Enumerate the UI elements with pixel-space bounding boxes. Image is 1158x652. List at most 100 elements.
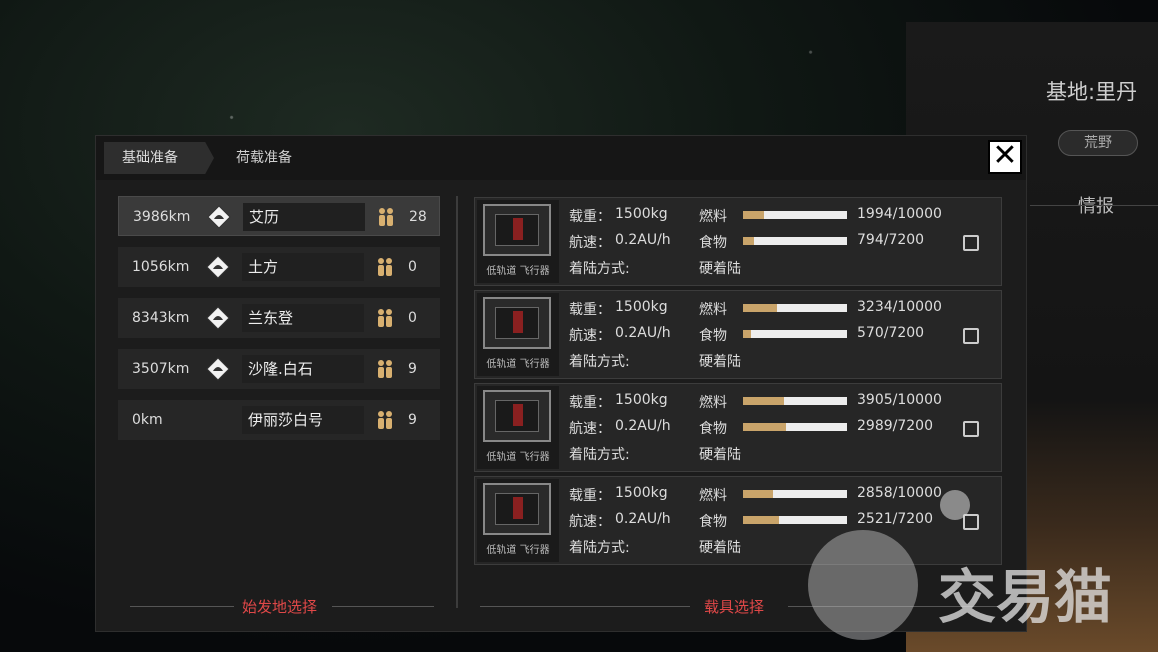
touch-indicator: [940, 490, 970, 520]
diamond-dome-icon: [206, 357, 230, 381]
fuel-label: 燃料: [699, 488, 727, 504]
vehicle-thumbnail: 低轨道 飞行器: [477, 200, 559, 283]
speed-label: 航速：: [569, 421, 611, 437]
food-label: 食物: [699, 235, 727, 251]
fuel-label: 燃料: [699, 395, 727, 411]
vehicle-thumbnail: 低轨道 飞行器: [477, 293, 559, 376]
vehicle-select-checkbox[interactable]: [963, 514, 979, 530]
fuel-value: 3905/10000: [857, 392, 942, 408]
speed-value: 0.2AU/h: [615, 418, 671, 434]
landing-label: 着陆方式:: [569, 447, 630, 463]
food-label: 食物: [699, 514, 727, 530]
food-value: 2521/7200: [857, 511, 933, 527]
vehicle-select-checkbox[interactable]: [963, 421, 979, 437]
origin-row[interactable]: 8343km 兰东登 0: [118, 298, 440, 338]
load-label: 载重：: [569, 209, 611, 225]
vehicle-thumbnail: 低轨道 飞行器: [477, 479, 559, 562]
close-icon: ✕: [992, 138, 1018, 173]
food-bar: [743, 237, 847, 245]
close-button[interactable]: ✕: [988, 140, 1022, 174]
spacecraft-icon: [483, 390, 551, 442]
vehicle-card[interactable]: 低轨道 飞行器 载重： 1500kg 航速： 0.2AU/h 着陆方式: 硬着陆 燃料 3234…: [474, 290, 1002, 379]
origin-population: 28: [409, 209, 427, 225]
food-value: 2989/7200: [857, 418, 933, 434]
food-value: 794/7200: [857, 232, 925, 248]
load-value: 1500kg: [615, 299, 668, 315]
vehicle-section-label: 载具选择: [704, 598, 765, 616]
watermark-text: 交易猫: [938, 563, 1113, 631]
tab-basic-prep[interactable]: 基础准备: [104, 142, 214, 174]
food-bar: [743, 330, 847, 338]
people-icon: [377, 207, 395, 227]
fuel-label: 燃料: [699, 209, 727, 225]
spacecraft-icon: [483, 483, 551, 535]
origin-name-box: 土方: [242, 253, 364, 281]
vehicle-select-checkbox[interactable]: [963, 328, 979, 344]
food-label: 食物: [699, 328, 727, 344]
speed-value: 0.2AU/h: [615, 511, 671, 527]
origin-distance: 3507km: [132, 361, 190, 377]
origin-row[interactable]: 0km 伊丽莎白号 9: [118, 400, 440, 440]
people-icon: [376, 359, 394, 379]
tab-bar: 基础准备 荷载准备 ✕: [96, 136, 1026, 180]
origin-name-box: 艾历: [243, 203, 365, 231]
fuel-value: 1994/10000: [857, 206, 942, 222]
vehicle-thumbnail: 低轨道 飞行器: [477, 386, 559, 469]
load-label: 载重：: [569, 302, 611, 318]
landing-value: 硬着陆: [699, 261, 741, 277]
fuel-value: 2858/10000: [857, 485, 942, 501]
spacecraft-icon: [483, 297, 551, 349]
footer-line-right: [480, 606, 690, 607]
footer-line-left2: [332, 606, 434, 607]
load-value: 1500kg: [615, 392, 668, 408]
landing-value: 硬着陆: [699, 354, 741, 370]
load-value: 1500kg: [615, 485, 668, 501]
cat-logo-icon: [808, 530, 918, 640]
tab-payload-prep[interactable]: 荷载准备: [218, 142, 310, 174]
origin-distance: 0km: [132, 412, 163, 428]
fuel-value: 3234/10000: [857, 299, 942, 315]
panel-divider: [456, 196, 458, 608]
vehicle-card[interactable]: 低轨道 飞行器 载重： 1500kg 航速： 0.2AU/h 着陆方式: 硬着陆 燃料 3905…: [474, 383, 1002, 472]
food-bar: [743, 423, 847, 431]
origin-row[interactable]: 1056km 土方 0: [118, 247, 440, 287]
diamond-drop-icon: [206, 306, 230, 330]
fuel-bar: [743, 304, 847, 312]
people-icon: [376, 308, 394, 328]
fuel-bar: [743, 397, 847, 405]
origin-distance: 3986km: [133, 209, 191, 225]
origin-section-label: 始发地选择: [242, 598, 318, 616]
food-label: 食物: [699, 421, 727, 437]
origin-population: 9: [408, 412, 417, 428]
origin-row[interactable]: 3507km 沙隆.白石 9: [118, 349, 440, 389]
people-icon: [376, 257, 394, 277]
origin-name: 土方: [248, 258, 279, 276]
origin-distance: 1056km: [132, 259, 190, 275]
food-bar: [743, 516, 847, 524]
load-label: 载重：: [569, 395, 611, 411]
origin-name-box: 伊丽莎白号: [242, 406, 364, 434]
speed-label: 航速：: [569, 235, 611, 251]
landing-value: 硬着陆: [699, 447, 741, 463]
origin-population: 0: [408, 310, 417, 326]
fuel-bar: [743, 490, 847, 498]
origin-name-box: 兰东登: [242, 304, 364, 332]
origin-name: 兰东登: [248, 309, 294, 327]
side-divider: [1030, 205, 1158, 206]
vehicle-caption: 低轨道 飞行器: [486, 452, 550, 463]
origin-row[interactable]: 3986km 艾历 28: [118, 196, 440, 236]
base-title: 基地:里丹: [1046, 80, 1138, 104]
load-value: 1500kg: [615, 206, 668, 222]
fuel-label: 燃料: [699, 302, 727, 318]
origin-name: 伊丽莎白号: [248, 411, 324, 429]
vehicle-card[interactable]: 低轨道 飞行器 载重： 1500kg 航速： 0.2AU/h 着陆方式: 硬着陆 燃料 1994…: [474, 197, 1002, 286]
landing-label: 着陆方式:: [569, 354, 630, 370]
watermark: 交易猫: [808, 530, 1138, 640]
spacecraft-icon: [483, 204, 551, 256]
vehicle-caption: 低轨道 飞行器: [486, 545, 550, 556]
diamond-dome-icon: [207, 205, 231, 229]
vehicle-select-checkbox[interactable]: [963, 235, 979, 251]
origin-distance: 8343km: [132, 310, 190, 326]
speed-label: 航速：: [569, 514, 611, 530]
vehicle-caption: 低轨道 飞行器: [486, 266, 550, 277]
